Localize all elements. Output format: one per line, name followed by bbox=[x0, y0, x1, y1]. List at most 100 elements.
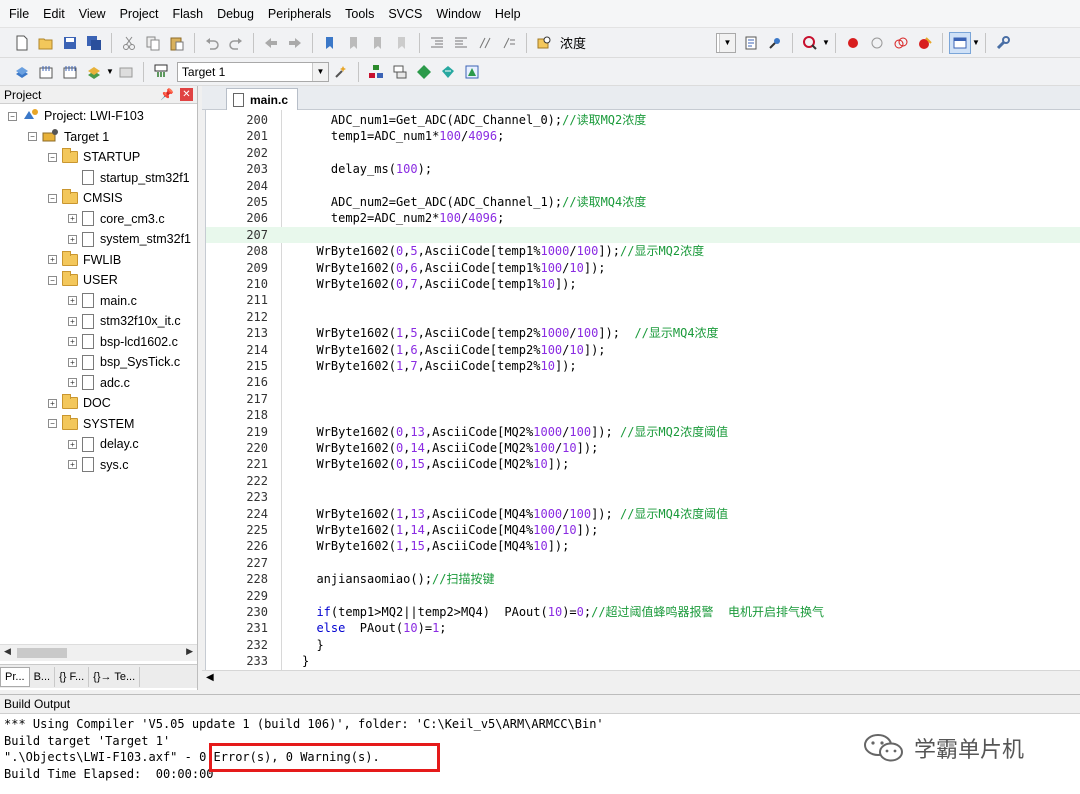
code-line[interactable]: 207 bbox=[206, 226, 1080, 244]
menu-item-file[interactable]: File bbox=[4, 0, 38, 28]
tree-item[interactable]: − Target 1 bbox=[28, 127, 109, 147]
menu-item-peripherals[interactable]: Peripherals bbox=[263, 0, 340, 28]
scroll-left-icon[interactable]: ◀ bbox=[4, 646, 11, 657]
save-all-icon[interactable] bbox=[83, 32, 105, 54]
tree-item[interactable]: − Project: LWI-F103 bbox=[8, 106, 144, 126]
code-line[interactable]: 223 bbox=[206, 489, 1080, 505]
collapse-icon[interactable]: − bbox=[28, 132, 37, 141]
menu-item-debug[interactable]: Debug bbox=[212, 0, 263, 28]
code-line[interactable]: 213 WrByte1602(1,5,AsciiCode[temp2%1000/… bbox=[206, 325, 1080, 341]
collapse-icon[interactable]: − bbox=[8, 111, 17, 121]
breakpoint-icon[interactable] bbox=[842, 32, 864, 54]
code-line[interactable]: 225 WrByte1602(1,14,AsciiCode[MQ4%100/10… bbox=[206, 522, 1080, 538]
manage-components-icon[interactable] bbox=[365, 61, 387, 83]
redo-icon[interactable] bbox=[225, 32, 247, 54]
tree-item[interactable]: + stm32f10x_it.c bbox=[68, 311, 181, 331]
expand-icon[interactable]: + bbox=[68, 316, 77, 326]
next-bookmark-icon[interactable] bbox=[367, 32, 389, 54]
code-line[interactable]: 206 temp2=ADC_num2*100/4096; bbox=[206, 210, 1080, 226]
clear-bookmarks-icon[interactable] bbox=[391, 32, 413, 54]
expand-icon[interactable]: + bbox=[68, 460, 77, 469]
chevron-down-icon[interactable]: ▼ bbox=[106, 67, 114, 76]
collapse-icon[interactable]: − bbox=[48, 193, 57, 203]
project-panel-tab[interactable]: B... bbox=[30, 666, 56, 687]
tree-item[interactable]: + bsp_SysTick.c bbox=[68, 352, 180, 372]
code-line[interactable]: 203 delay_ms(100); bbox=[206, 161, 1080, 177]
comment-icon[interactable] bbox=[474, 32, 496, 54]
menu-item-flash[interactable]: Flash bbox=[167, 0, 212, 28]
scroll-left-icon[interactable]: ◀ bbox=[206, 672, 214, 683]
run-time-environment-icon[interactable] bbox=[461, 61, 483, 83]
bookmark-icon[interactable] bbox=[319, 32, 341, 54]
code-line[interactable]: 226 WrByte1602(1,15,AsciiCode[MQ4%10]); bbox=[206, 538, 1080, 554]
code-line[interactable]: 231 else PAout(10)=1; bbox=[206, 620, 1080, 636]
indent-icon[interactable] bbox=[426, 32, 448, 54]
nav-back-icon[interactable] bbox=[260, 32, 282, 54]
debug-session-icon[interactable] bbox=[799, 32, 821, 54]
code-line[interactable]: 220 WrByte1602(0,14,AsciiCode[MQ2%100/10… bbox=[206, 440, 1080, 456]
code-editor[interactable]: 200 ADC_num1=Get_ADC(ADC_Channel_0);//读取… bbox=[205, 110, 1080, 670]
undo-icon[interactable] bbox=[201, 32, 223, 54]
editor-horizontal-scrollbar[interactable]: ◀ bbox=[202, 670, 1080, 688]
file-extensions-icon[interactable] bbox=[389, 61, 411, 83]
code-line[interactable]: 209 WrByte1602(0,6,AsciiCode[temp1%100/1… bbox=[206, 260, 1080, 276]
chevron-down-icon[interactable]: ▼ bbox=[822, 38, 830, 47]
tree-item[interactable]: startup_stm32f1 bbox=[68, 168, 190, 188]
code-line[interactable]: 210 WrByte1602(0,7,AsciiCode[temp1%10]); bbox=[206, 276, 1080, 292]
tree-item[interactable]: + DOC bbox=[48, 393, 111, 413]
tree-item[interactable]: + FWLIB bbox=[48, 250, 121, 270]
chevron-down-icon[interactable]: ▼ bbox=[311, 62, 328, 81]
incremental-find-icon[interactable] bbox=[764, 32, 786, 54]
select-software-packs-icon[interactable] bbox=[437, 61, 459, 83]
stop-build-icon[interactable] bbox=[115, 61, 137, 83]
menu-item-view[interactable]: View bbox=[74, 0, 115, 28]
tree-item[interactable]: − STARTUP bbox=[48, 147, 140, 167]
rebuild-icon[interactable] bbox=[59, 61, 81, 83]
code-line[interactable]: 215 WrByte1602(1,7,AsciiCode[temp2%10]); bbox=[206, 358, 1080, 374]
menu-item-window[interactable]: Window bbox=[431, 0, 489, 28]
collapse-icon[interactable]: − bbox=[48, 275, 57, 285]
target-options-icon[interactable] bbox=[330, 61, 352, 83]
menu-item-tools[interactable]: Tools bbox=[340, 0, 383, 28]
scrollbar-thumb[interactable] bbox=[17, 648, 67, 658]
tree-item[interactable]: − SYSTEM bbox=[48, 414, 134, 434]
code-line[interactable]: 214 WrByte1602(1,6,AsciiCode[temp2%100/1… bbox=[206, 342, 1080, 358]
code-line[interactable]: 208 WrByte1602(0,5,AsciiCode[temp1%1000/… bbox=[206, 243, 1080, 259]
code-line[interactable]: 230 if(temp1>MQ2||temp2>MQ4) PAout(10)=0… bbox=[206, 604, 1080, 620]
pack-installer-icon[interactable] bbox=[413, 61, 435, 83]
nav-forward-icon[interactable] bbox=[284, 32, 306, 54]
expand-icon[interactable]: + bbox=[68, 439, 77, 449]
chevron-down-icon[interactable]: ▼ bbox=[719, 33, 736, 52]
find-in-files-icon[interactable] bbox=[533, 32, 555, 54]
code-line[interactable]: 204 bbox=[206, 178, 1080, 194]
code-line[interactable]: 211 bbox=[206, 292, 1080, 308]
code-line[interactable]: 227 bbox=[206, 555, 1080, 571]
tree-item[interactable]: + delay.c bbox=[68, 434, 139, 454]
kill-breakpoints-icon[interactable] bbox=[914, 32, 936, 54]
code-line[interactable]: 224 WrByte1602(1,13,AsciiCode[MQ4%1000/1… bbox=[206, 506, 1080, 522]
code-line[interactable]: 216 bbox=[206, 374, 1080, 390]
cut-icon[interactable] bbox=[118, 32, 140, 54]
code-line[interactable]: 222 bbox=[206, 473, 1080, 489]
uncomment-icon[interactable] bbox=[498, 32, 520, 54]
expand-icon[interactable]: + bbox=[68, 337, 77, 346]
tree-item[interactable]: − CMSIS bbox=[48, 188, 123, 208]
tree-item[interactable]: + bsp-lcd1602.c bbox=[68, 332, 178, 352]
expand-icon[interactable]: + bbox=[68, 378, 77, 387]
menu-item-project[interactable]: Project bbox=[115, 0, 168, 28]
code-line[interactable]: 233} bbox=[206, 653, 1080, 669]
pin-icon[interactable]: 📌 bbox=[160, 88, 174, 101]
save-icon[interactable] bbox=[59, 32, 81, 54]
collapse-icon[interactable]: − bbox=[48, 152, 57, 162]
new-file-icon[interactable] bbox=[11, 32, 33, 54]
configure-icon[interactable] bbox=[992, 32, 1014, 54]
project-panel-tab[interactable]: Pr... bbox=[0, 666, 30, 687]
expand-icon[interactable]: + bbox=[68, 234, 77, 244]
code-line[interactable]: 218 bbox=[206, 407, 1080, 423]
open-folder-icon[interactable] bbox=[35, 32, 57, 54]
expand-icon[interactable]: + bbox=[48, 398, 57, 408]
chevron-down-icon[interactable]: ▼ bbox=[972, 38, 980, 47]
find-combo[interactable]: ▼ bbox=[716, 32, 737, 53]
code-line[interactable]: 200 ADC_num1=Get_ADC(ADC_Channel_0);//读取… bbox=[206, 112, 1080, 128]
scroll-right-icon[interactable]: ▶ bbox=[186, 646, 193, 657]
